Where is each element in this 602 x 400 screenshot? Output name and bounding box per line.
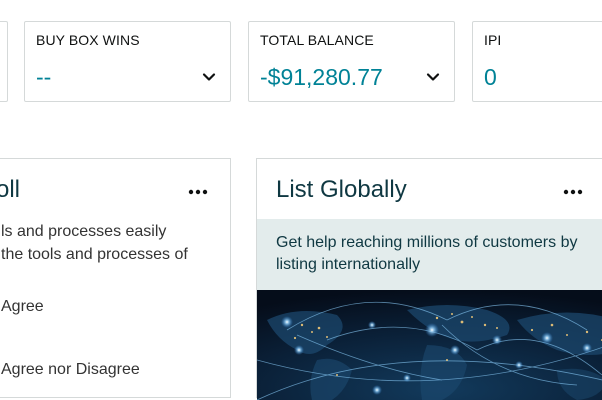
poll-card: oll ls and processes easily the tools an… (0, 158, 231, 398)
poll-option-neutral[interactable]: Agree nor Disagree (1, 358, 140, 381)
description-banner: Get help reaching millions of customers … (257, 219, 602, 290)
metric-value: -- (36, 64, 52, 90)
poll-question-line: the tools and processes of (1, 246, 188, 263)
card-description: Get help reaching millions of customers … (276, 234, 578, 273)
metric-card-buy-box-wins[interactable]: BUY BOX WINS -- (24, 21, 231, 102)
metric-card-ipi[interactable]: IPI 0 (472, 21, 602, 102)
more-options-icon[interactable] (188, 189, 208, 195)
metric-card-partial[interactable] (0, 21, 8, 102)
metric-value: -$91,280.77 (260, 64, 383, 90)
more-options-icon[interactable] (563, 189, 583, 195)
metric-value: 0 (484, 64, 497, 90)
chevron-down-icon[interactable] (202, 70, 216, 84)
poll-question-line: ls and processes easily (1, 223, 167, 240)
metric-label: IPI (484, 32, 502, 48)
chevron-down-icon[interactable] (426, 70, 440, 84)
card-title: List Globally (276, 176, 407, 203)
poll-option-agree[interactable]: Agree (1, 295, 44, 318)
card-title: oll (0, 176, 21, 203)
metric-card-total-balance[interactable]: TOTAL BALANCE -$91,280.77 (248, 21, 455, 102)
metric-label: BUY BOX WINS (36, 32, 140, 48)
world-network-image (257, 290, 602, 400)
metric-label: TOTAL BALANCE (260, 32, 374, 48)
list-globally-card: List Globally Get help reaching millions… (256, 158, 602, 400)
